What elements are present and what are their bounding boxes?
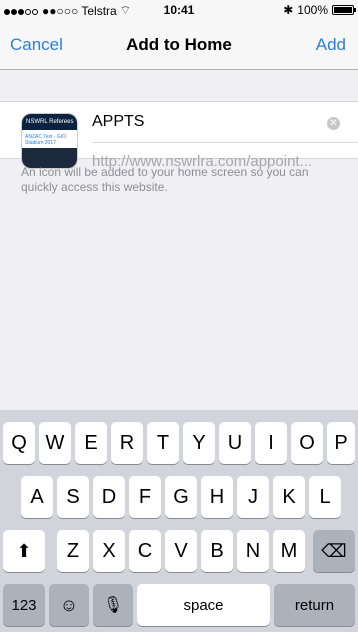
thumb-banner: NSWRL Referees (22, 114, 77, 130)
key-n[interactable]: N (237, 530, 269, 572)
key-i[interactable]: I (255, 422, 287, 464)
key-h[interactable]: H (201, 476, 233, 518)
key-s[interactable]: S (57, 476, 89, 518)
page-title: Add to Home (126, 35, 232, 54)
key-p[interactable]: P (327, 422, 355, 464)
key-d[interactable]: D (93, 476, 125, 518)
status-bar: ●●○○○ Telstra ⌔ 10:41 ✱ 100% (0, 0, 358, 20)
key-x[interactable]: X (93, 530, 125, 572)
return-key[interactable]: return (274, 584, 355, 626)
key-g[interactable]: G (165, 476, 197, 518)
info-note: An icon will be added to your home scree… (21, 165, 309, 194)
shortcut-name-input[interactable]: APPTS (92, 113, 144, 131)
keyboard: Q W E R T Y U I O P A S D F G H J K L ⬆ … (0, 410, 358, 632)
key-u[interactable]: U (219, 422, 251, 464)
key-r[interactable]: R (111, 422, 143, 464)
key-c[interactable]: C (129, 530, 161, 572)
battery-label: 100% (297, 3, 328, 17)
key-t[interactable]: T (147, 422, 179, 464)
shift-icon[interactable]: ⬆ (3, 530, 45, 572)
key-z[interactable]: Z (57, 530, 89, 572)
key-l[interactable]: L (309, 476, 341, 518)
nav-bar: Cancel Add to Home Add (0, 20, 358, 70)
space-key[interactable]: space (137, 584, 270, 626)
key-f[interactable]: F (129, 476, 161, 518)
key-y[interactable]: Y (183, 422, 215, 464)
thumb-text: ANZAC Test - GIO Stadium 2017 (25, 134, 67, 146)
key-k[interactable]: K (273, 476, 305, 518)
add-button[interactable]: Add (316, 35, 346, 55)
delete-icon[interactable]: ⌫ (313, 530, 355, 572)
mic-icon[interactable]: 🎙 (93, 584, 133, 626)
key-w[interactable]: W (39, 422, 71, 464)
card-divider (92, 142, 358, 143)
site-thumbnail: NSWRL Referees ANZAC Test - GIO Stadium … (21, 113, 78, 169)
key-v[interactable]: V (165, 530, 197, 572)
key-e[interactable]: E (75, 422, 107, 464)
key-q[interactable]: Q (3, 422, 35, 464)
key-a[interactable]: A (21, 476, 53, 518)
key-o[interactable]: O (291, 422, 323, 464)
status-right: ✱ 100% (283, 3, 356, 17)
key-j[interactable]: J (237, 476, 269, 518)
key-m[interactable]: M (273, 530, 305, 572)
numbers-key[interactable]: 123 (3, 584, 45, 626)
clear-icon[interactable]: ✕ (327, 117, 340, 130)
key-b[interactable]: B (201, 530, 233, 572)
bluetooth-icon: ✱ (283, 3, 294, 17)
battery-icon (332, 5, 356, 15)
emoji-icon[interactable]: ☺ (49, 584, 89, 626)
